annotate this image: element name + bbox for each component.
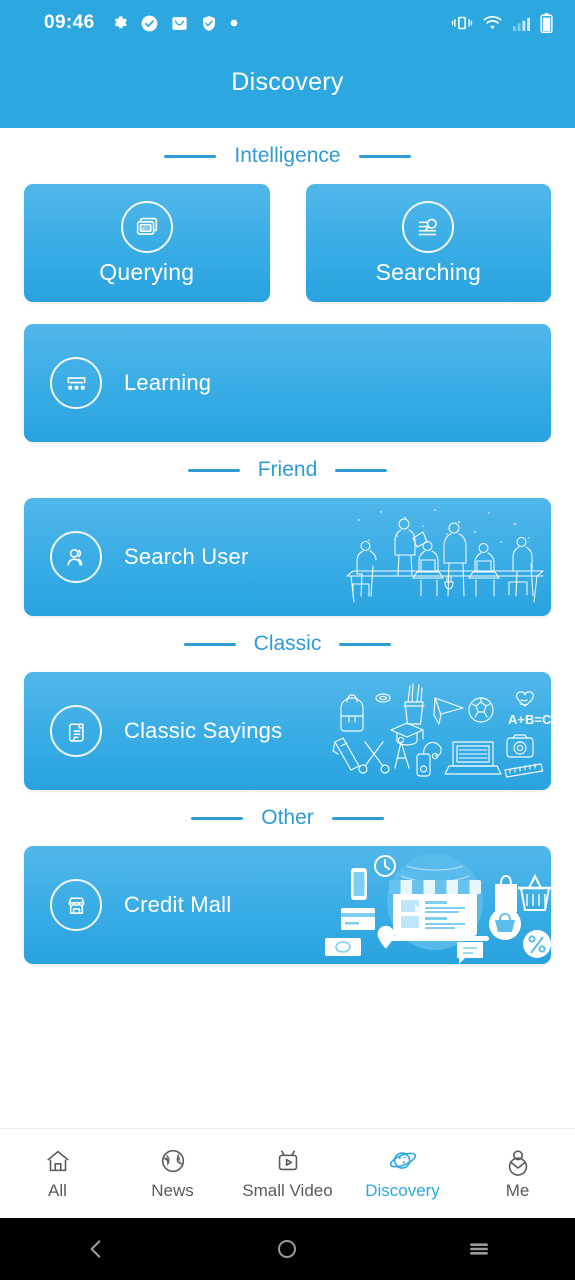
section-rule-left [183,642,236,646]
circle-icon [278,1240,297,1258]
tv-play-icon [278,1150,297,1171]
tab-me[interactable]: Me [460,1146,575,1201]
section-title: Intelligence [234,144,341,167]
android-nav-bar [0,1218,575,1280]
card-label: Classic Sayings [124,718,283,743]
intelligence-tile-row: abc Querying Searching [0,184,575,302]
tab-label: Discovery [365,1181,440,1200]
section-rule-right [335,468,388,472]
shop-icon [50,879,102,931]
tab-news[interactable]: News [115,1146,230,1201]
card-label: Learning [124,370,212,395]
home-icon [46,1150,69,1172]
section-header-friend: Friend [0,442,575,498]
tab-label: All [48,1181,67,1200]
card-label: Search User [124,544,249,569]
tab-label: Me [505,1181,530,1200]
section-rule-right [331,816,384,820]
section-rule-right [339,642,392,646]
bottom-tab-bar: All News Small Video Discovery Me [0,1128,575,1218]
check-circle-icon [141,15,158,31]
vibrate-icon [451,16,473,30]
signal-icon [513,17,530,31]
home-button[interactable] [227,1218,347,1280]
shield-check-icon [202,15,215,31]
tab-label: News [151,1181,194,1200]
tab-small-video[interactable]: Small Video [230,1146,345,1201]
section-rule-right [358,154,411,158]
status-right-group [451,13,553,33]
gear-icon [114,15,127,28]
card-credit-mall[interactable]: Credit Mall [24,846,551,964]
abc-cards-icon: abc [120,200,173,253]
tab-label: Small Video [242,1181,333,1200]
globe-icon [161,1149,184,1173]
phone-screen: 09:46 Discovery Intelligence abc Queryin… [0,0,575,1280]
hamburger-icon [470,1243,489,1255]
section-header-classic: Classic [0,616,575,672]
wifi-icon [483,15,502,29]
card-searching[interactable]: Searching [305,184,551,302]
meeting-people-illustration [346,508,545,603]
section-rule-left [187,468,240,472]
status-bar: 09:46 [0,0,575,46]
card-querying[interactable]: abc Querying [24,184,270,302]
svg-text:A+B=C: A+B=C [508,712,551,727]
section-header-other: Other [0,790,575,846]
dot-icon [230,19,238,27]
section-header-intelligence: Intelligence [0,128,575,184]
card-learning[interactable]: Learning [24,324,551,442]
section-title: Classic [253,632,322,655]
status-time: 09:46 [44,12,95,33]
top-bar: 09:46 Discovery [0,0,575,128]
mail-icon [171,16,187,30]
svg-text:abc: abc [141,225,151,231]
tab-all[interactable]: All [0,1146,115,1201]
user-group-icon [50,531,102,583]
section-rule-left [191,816,244,820]
discovery-content: Intelligence abc Querying Searching Lear… [0,128,575,970]
classroom-icon [50,357,102,409]
card-label: Credit Mall [124,892,232,917]
card-label: Querying [99,258,195,285]
search-lines-icon [402,200,455,253]
tab-discovery[interactable]: Discovery [345,1146,460,1201]
app-bar: Discovery [0,46,575,128]
scroll-document-icon [50,705,102,757]
section-title: Friend [257,458,318,481]
planet-icon [389,1152,416,1169]
back-button[interactable] [36,1218,156,1280]
recents-button[interactable] [419,1218,539,1280]
section-rule-left [164,154,217,158]
school-supplies-illustration: A+B=C [332,683,551,778]
status-left-group: 09:46 [44,12,239,34]
card-label: Searching [375,258,481,285]
section-title: Other [261,806,314,829]
chevron-left-icon [90,1240,101,1258]
page-title: Discovery [231,67,344,96]
card-classic-sayings[interactable]: Classic Sayings A+B=C [24,672,551,790]
card-search-user[interactable]: Search User [24,498,551,616]
person-icon [508,1150,527,1176]
battery-icon [540,13,553,33]
ecommerce-illustration [325,854,551,964]
